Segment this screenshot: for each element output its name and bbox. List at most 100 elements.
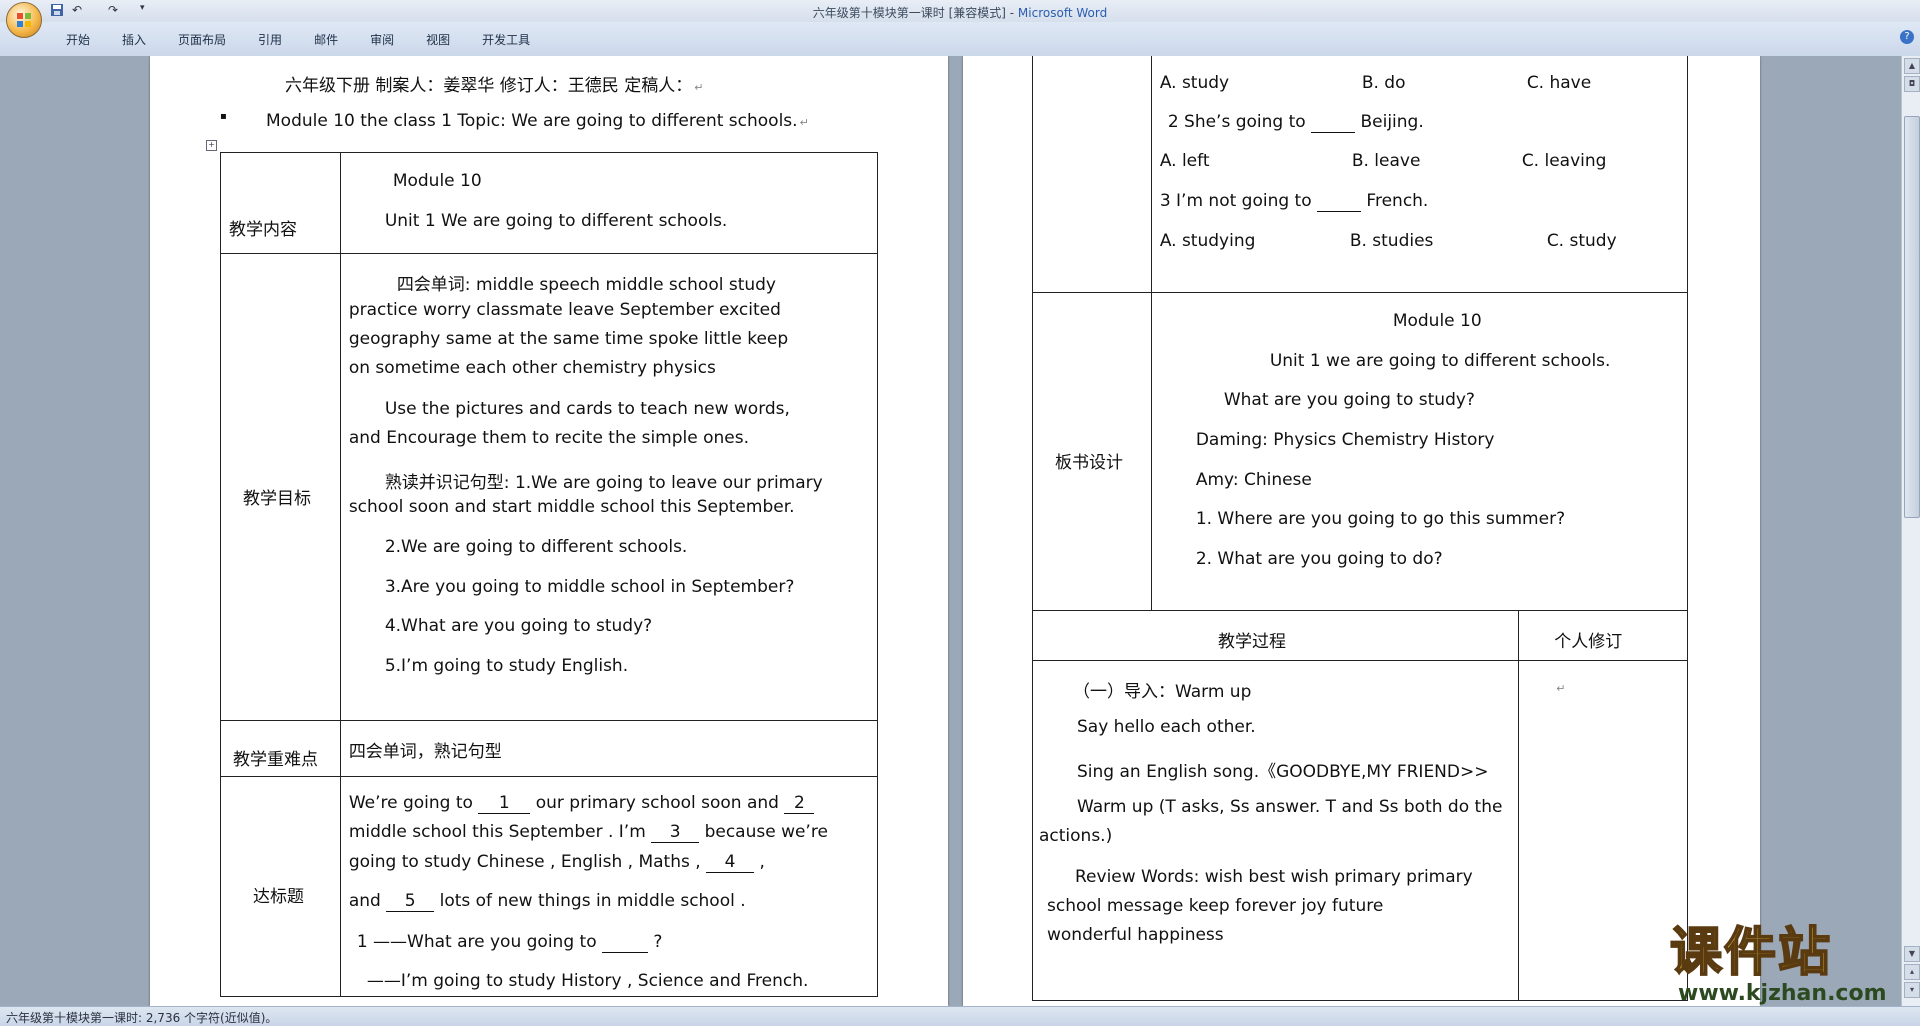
scroll-thumb[interactable] <box>1904 116 1920 518</box>
goal-line: 熟读并识记句型: 1.We are going to leave our pri… <box>384 473 823 493</box>
goal-sentence: 3.Are you going to middle school in Sept… <box>384 577 795 597</box>
cell-goal-label: 教学目标 <box>220 253 341 721</box>
process-label: 教学过程 <box>1218 632 1286 652</box>
option-3c: C. study <box>1546 231 1617 251</box>
previous-page-icon[interactable]: ▴ <box>1904 964 1920 980</box>
row-key-points: 教学重难点 四会单词，熟记句型 <box>220 720 879 777</box>
blank-q1 <box>602 932 648 953</box>
row-goals: 教学目标 四会单词: middle speech middle school s… <box>220 253 879 721</box>
cell-key-label: 教学重难点 <box>220 720 341 777</box>
table-move-handle-icon[interactable]: + <box>206 140 217 151</box>
cell-board: Module 10 Unit 1 we are going to differe… <box>1150 292 1689 611</box>
next-page-icon[interactable]: ▾ <box>1904 982 1920 998</box>
test-line-4: and 5 lots of new things in middle schoo… <box>348 891 746 912</box>
board-line: Daming: Physics Chemistry History <box>1195 430 1495 450</box>
cell-content: Module 10 Unit 1 We are going to differe… <box>339 152 879 254</box>
tab-references[interactable]: 引用 <box>242 32 298 48</box>
content-module: Module 10 <box>392 171 482 191</box>
tab-view[interactable]: 视图 <box>410 32 466 48</box>
lesson-table-left: 教学内容 Module 10 Unit 1 We are going to di… <box>220 152 879 997</box>
option-3b: B. studies <box>1349 231 1434 251</box>
goal-line: 四会单词: middle speech middle school study <box>396 275 776 295</box>
module-line: Module 10 the class 1 Topic: We are goin… <box>266 111 809 131</box>
blank-2: 2 <box>784 793 815 814</box>
goal-line: Use the pictures and cards to teach new … <box>384 399 790 419</box>
blank-4: 4 <box>706 852 755 873</box>
blank-q3 <box>1317 191 1362 212</box>
tab-home[interactable]: 开始 <box>50 32 106 48</box>
office-logo-icon <box>17 13 31 27</box>
help-icon[interactable]: ? <box>1900 30 1914 44</box>
blank-q2 <box>1311 112 1356 133</box>
title-bar: ↶ ↷ ▾ 六年级第十模块第一课时 [兼容模式] - Microsoft Wor… <box>0 0 1920 23</box>
goal-line: geography same at the same time spoke li… <box>348 329 789 349</box>
scroll-down-icon[interactable]: ▼ <box>1904 946 1920 962</box>
row-process-header: 教学过程 个人修订 <box>1031 610 1688 661</box>
cell-empty-label <box>1032 56 1152 293</box>
option-3a: A. studying <box>1159 231 1256 251</box>
row-test-continued: A. study B. do C. have 2 She’s going to … <box>1032 56 1689 293</box>
goal-line: school soon and start middle school this… <box>348 497 795 517</box>
module-line-text: Module 10 the class 1 Topic: We are goin… <box>266 111 798 131</box>
key-label: 教学重难点 <box>233 750 318 770</box>
process-line: Sing an English song.《GOODBYE,MY FRIEND>… <box>1077 762 1489 782</box>
option-1b: B. do <box>1361 73 1406 93</box>
cell-content-label: 教学内容 <box>220 152 341 254</box>
process-line: Warm up (T asks, Ss answer. T and Ss bot… <box>1077 797 1503 817</box>
goal-sentence: 4.What are you going to study? <box>384 616 653 636</box>
question-1-answer: ——I’m going to study History , Science a… <box>366 971 809 991</box>
cell-revise-header: 个人修订 <box>1518 610 1688 661</box>
tab-page-layout[interactable]: 页面布局 <box>162 32 242 48</box>
test-label: 达标题 <box>253 887 304 907</box>
option-2a: A. left <box>1159 151 1210 171</box>
goal-sentence: 2.We are going to different schools. <box>384 537 688 557</box>
goal-line: and Encourage them to recite the simple … <box>348 428 750 448</box>
test-line-1: We’re going to 1 our primary school soon… <box>349 793 815 814</box>
board-line: 1. Where are you going to go this summer… <box>1195 509 1566 529</box>
ribbon-tabs: 开始 插入 页面布局 引用 邮件 审阅 视图 开发工具 <box>50 32 546 48</box>
process-line: school message keep forever joy future <box>1047 896 1384 916</box>
vertical-scrollbar[interactable]: ▲ ◘ ▼ ▴ ▾ <box>1901 56 1920 1006</box>
goal-line: on sometime each other chemistry physics <box>348 358 716 378</box>
tab-developer[interactable]: 开发工具 <box>466 32 546 48</box>
row-board-design: 板书设计 Module 10 Unit 1 we are going to di… <box>1032 292 1689 611</box>
cell-test: We’re going to 1 our primary school soon… <box>339 776 879 997</box>
option-2c: C. leaving <box>1521 151 1607 171</box>
page-left: 六年级下册 制案人：姜翠华 修订人：王德民 定稿人： ↵ ▪ Module 10 … <box>150 56 948 1006</box>
process-line: （一）导入：Warm up <box>1073 682 1252 702</box>
goal-sentence: 5.I’m going to study English. <box>384 656 629 676</box>
cell-board-label: 板书设计 <box>1032 292 1152 611</box>
cell-process-content: （一）导入：Warm up Say hello each other. Sing… <box>1031 660 1520 1001</box>
watermark-logo: 课件站 www.kjzhan.com <box>1640 923 1900 1006</box>
board-line: Unit 1 we are going to different schools… <box>1269 351 1611 371</box>
tab-insert[interactable]: 插入 <box>106 32 162 48</box>
watermark-title: 课件站 <box>1669 923 1833 983</box>
status-text: 六年级第十模块第一课时: 2,736 个字符(近似值)。 <box>6 1011 278 1025</box>
tab-mailings[interactable]: 邮件 <box>298 32 354 48</box>
paragraph-mark: ↵ <box>694 81 704 94</box>
question-1: 1 ——What are you going to ? <box>356 932 663 953</box>
row-content: 教学内容 Module 10 Unit 1 We are going to di… <box>220 152 879 254</box>
lesson-table-right: A. study B. do C. have 2 She’s going to … <box>1031 56 1689 1001</box>
paragraph-mark: ↵ <box>1556 682 1566 695</box>
cell-test-options: A. study B. do C. have 2 She’s going to … <box>1150 56 1689 293</box>
key-text: 四会单词，熟记句型 <box>348 742 502 762</box>
question-2: 2 She’s going to Beijing. <box>1167 112 1424 133</box>
process-line: wonderful happiness <box>1047 925 1224 945</box>
office-button[interactable] <box>6 2 42 38</box>
tab-review[interactable]: 审阅 <box>354 32 410 48</box>
test-line-2: middle school this September . I’m 3 bec… <box>348 822 828 843</box>
paragraph-mark: ↵ <box>799 116 809 129</box>
option-1c: C. have <box>1526 73 1592 93</box>
ruler-toggle-icon[interactable]: ◘ <box>1904 76 1920 92</box>
scroll-up-icon[interactable]: ▲ <box>1904 58 1920 74</box>
option-1a: A. study <box>1159 73 1230 93</box>
document-area: 六年级下册 制案人：姜翠华 修订人：王德民 定稿人： ↵ ▪ Module 10 … <box>0 56 1902 1006</box>
blank-5: 5 <box>386 891 435 912</box>
content-unit: Unit 1 We are going to different schools… <box>384 211 728 231</box>
board-line: 2. What are you going to do? <box>1195 549 1443 569</box>
header-text: 六年级下册 制案人：姜翠华 修订人：王德民 定稿人： <box>285 76 693 96</box>
board-label: 板书设计 <box>1055 453 1123 473</box>
question-3: 3 I’m not going to French. <box>1159 191 1429 212</box>
cell-key-text: 四会单词，熟记句型 <box>339 720 879 777</box>
